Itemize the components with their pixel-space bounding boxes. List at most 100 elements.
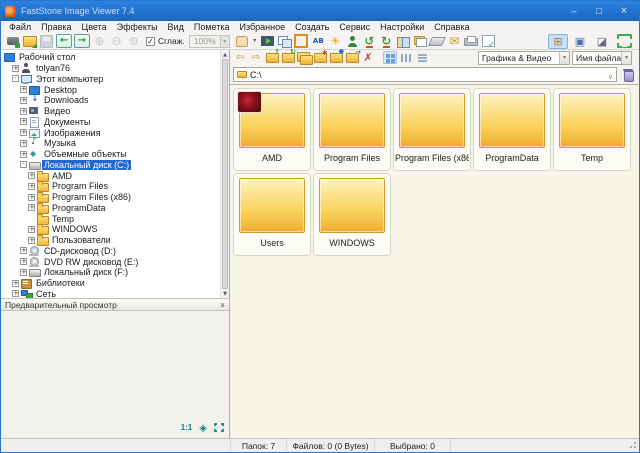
folder-thumbnail[interactable]: AMD xyxy=(233,88,311,171)
goto-folder-icon[interactable] xyxy=(345,51,359,64)
expand-toggle[interactable]: + xyxy=(12,65,19,72)
forward-icon[interactable]: ⇨ xyxy=(249,51,263,64)
folder-thumbnail[interactable]: WINDOWS xyxy=(313,173,391,256)
tree-item[interactable]: +Пользователи xyxy=(3,235,218,246)
hand-tool-menu-icon[interactable]: ▾ xyxy=(251,34,259,49)
tree-item[interactable]: +Музыка xyxy=(3,138,218,149)
menu-item-4[interactable]: Вид xyxy=(163,22,189,32)
expand-toggle[interactable]: + xyxy=(28,226,35,233)
details-view-icon[interactable] xyxy=(399,51,413,64)
copy-move-icon[interactable] xyxy=(276,34,293,49)
external-editor-icon[interactable] xyxy=(480,34,497,49)
menu-item-2[interactable]: Цвета xyxy=(77,22,112,32)
list-view-icon[interactable] xyxy=(415,51,429,64)
menu-item-1[interactable]: Правка xyxy=(36,22,76,32)
expand-toggle[interactable]: + xyxy=(20,269,27,276)
adjust-colors-icon[interactable]: ☀ xyxy=(327,34,344,49)
folder-thumbnail[interactable]: Program Files xyxy=(313,88,391,171)
minimize-button[interactable]: – xyxy=(566,4,582,18)
menu-item-7[interactable]: Создать xyxy=(290,22,334,32)
tree-item[interactable]: +Видео xyxy=(3,106,218,117)
menu-item-5[interactable]: Пометка xyxy=(189,22,235,32)
tree-item[interactable]: +Program Files xyxy=(3,181,218,192)
menu-item-10[interactable]: Справка xyxy=(429,22,474,32)
tree-item[interactable]: +AMD xyxy=(3,170,218,181)
scroll-thumb[interactable] xyxy=(222,59,228,289)
expand-toggle[interactable]: + xyxy=(20,140,27,147)
expand-toggle[interactable]: + xyxy=(20,108,27,115)
screen-capture-icon[interactable] xyxy=(412,34,429,49)
filter-select[interactable]: Графика & Видео xyxy=(478,51,570,65)
expand-toggle[interactable]: + xyxy=(12,290,19,297)
expand-toggle[interactable]: + xyxy=(28,183,35,190)
path-input[interactable]: C:\ xyxy=(233,67,617,82)
zoom-in-icon[interactable]: ⊕ xyxy=(91,34,108,49)
resize-grip[interactable] xyxy=(629,441,637,451)
tree-item[interactable]: -Локальный диск (C:) xyxy=(3,160,218,171)
zoom-dropdown-icon[interactable] xyxy=(220,36,229,47)
slideshow-icon[interactable] xyxy=(259,34,276,49)
menu-item-3[interactable]: Эффекты xyxy=(112,22,163,32)
close-button[interactable]: × xyxy=(616,4,632,18)
folder-thumbnail[interactable]: Program Files (x86) xyxy=(393,88,471,171)
expand-toggle[interactable]: - xyxy=(12,75,19,82)
save-as-icon[interactable] xyxy=(38,34,55,49)
rotate-left-icon[interactable]: ↺ xyxy=(361,34,378,49)
tree-item[interactable]: +Объемные объекты xyxy=(3,149,218,160)
title-bar[interactable]: FastStone Image Viewer 7.4 – □ × xyxy=(1,1,639,21)
print-icon[interactable] xyxy=(463,34,480,49)
tree-item[interactable]: -Этот компьютер xyxy=(3,74,218,85)
browser-mode-button[interactable] xyxy=(548,34,568,49)
folder-thumbnail[interactable]: Users xyxy=(233,173,311,256)
menu-item-8[interactable]: Сервис xyxy=(334,22,375,32)
folder-history-icon[interactable] xyxy=(313,51,327,64)
expand-toggle[interactable]: + xyxy=(20,97,27,104)
tree-item[interactable]: +Изображения xyxy=(3,127,218,138)
tree-item[interactable]: +DVD RW дисковод (E:) xyxy=(3,256,218,267)
windowed-view-button[interactable] xyxy=(570,34,590,49)
expand-toggle[interactable]: + xyxy=(20,258,27,265)
red-eye-icon[interactable] xyxy=(344,34,361,49)
zoom-out-icon[interactable]: ⊖ xyxy=(108,34,125,49)
filter-dropdown-icon[interactable] xyxy=(559,52,569,64)
expand-toggle[interactable]: + xyxy=(28,194,35,201)
folder-thumbnail[interactable]: ProgramData xyxy=(473,88,551,171)
tree-scrollbar[interactable] xyxy=(220,50,229,298)
batch-rename-icon[interactable]: AB xyxy=(310,34,327,49)
maximize-button[interactable]: □ xyxy=(591,4,607,18)
recycle-bin-icon[interactable] xyxy=(620,67,636,82)
delete-icon[interactable]: ✗ xyxy=(361,51,375,64)
preview-fullscreen-icon[interactable] xyxy=(214,423,224,432)
actual-size-icon[interactable]: ⊚ xyxy=(125,34,142,49)
scroll-down-icon[interactable] xyxy=(221,289,229,298)
expand-toggle[interactable]: + xyxy=(20,129,27,136)
rotate-right-icon[interactable]: ↻ xyxy=(378,34,395,49)
preview-actual-size-button[interactable]: 1:1 xyxy=(181,423,193,432)
favorites-icon[interactable] xyxy=(297,51,311,64)
menu-item-0[interactable]: Файл xyxy=(4,22,36,32)
acquire-camera-icon[interactable] xyxy=(4,34,21,49)
tree-item[interactable]: +Desktop xyxy=(3,84,218,95)
expand-toggle[interactable]: + xyxy=(20,86,27,93)
hand-tool-icon[interactable] xyxy=(234,34,251,49)
refresh-icon[interactable] xyxy=(281,51,295,64)
fullscreen-button[interactable] xyxy=(614,34,634,49)
scroll-up-icon[interactable] xyxy=(221,50,229,59)
expand-toggle[interactable]: + xyxy=(20,247,27,254)
collapse-chevron-icon[interactable] xyxy=(219,299,225,310)
tree-item[interactable]: +tolyan76 xyxy=(3,63,218,74)
tree-item[interactable]: Рабочий стол xyxy=(3,52,218,63)
expand-toggle[interactable]: + xyxy=(28,172,35,179)
tree-item[interactable]: +CD-дисковод (D:) xyxy=(3,246,218,257)
sort-select[interactable]: Имя файла xyxy=(572,51,632,65)
sort-dropdown-icon[interactable] xyxy=(621,52,631,64)
back-icon[interactable]: ⇦ xyxy=(233,51,247,64)
menu-item-9[interactable]: Настройки xyxy=(375,22,429,32)
tree-item[interactable]: +Документы xyxy=(3,117,218,128)
expand-toggle[interactable]: + xyxy=(20,118,27,125)
tree-item[interactable]: Temp xyxy=(3,213,218,224)
smooth-checkbox[interactable] xyxy=(146,37,155,46)
tree-item[interactable]: +Program Files (x86) xyxy=(3,192,218,203)
expand-toggle[interactable]: + xyxy=(28,204,35,211)
tree-item[interactable]: +Локальный диск (F:) xyxy=(3,267,218,278)
